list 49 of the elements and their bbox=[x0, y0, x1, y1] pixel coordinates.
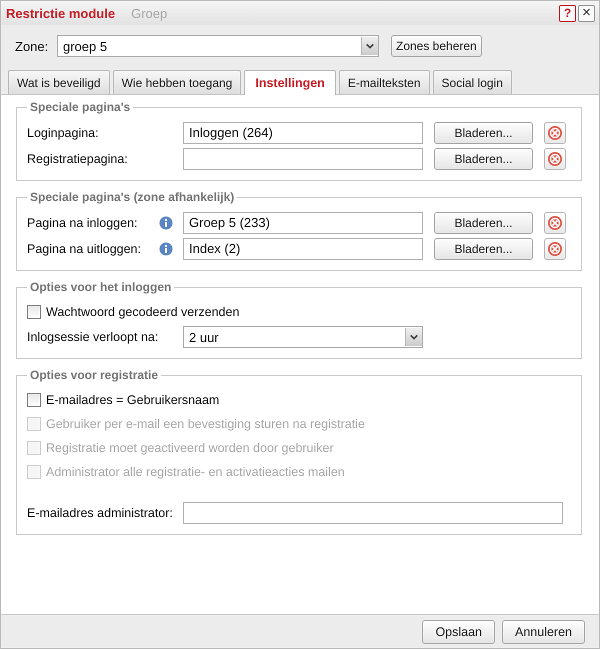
clear-button[interactable] bbox=[544, 148, 566, 170]
tab[interactable]: E-mailteksten bbox=[338, 70, 430, 94]
checkbox-label: Gebruiker per e-mail een bevestiging sturen na registratie bbox=[46, 417, 365, 431]
clear-button[interactable] bbox=[544, 238, 566, 260]
checkbox-label: Registratie moet geactiveerd worden door gebruiker bbox=[46, 441, 334, 455]
tab[interactable]: Wat is beveiligd bbox=[8, 70, 110, 94]
field-label: Registratiepagina: bbox=[27, 152, 129, 166]
input-field[interactable]: Inloggen (264) bbox=[183, 122, 423, 144]
background-window-text: Groep bbox=[131, 6, 168, 20]
section-title: Opties voor het inloggen bbox=[27, 280, 174, 294]
checkbox-label: Wachtwoord gecodeerd verzenden bbox=[46, 305, 240, 319]
dialog-button[interactable]: Opslaan bbox=[422, 620, 495, 644]
field-label: Loginpagina: bbox=[27, 126, 100, 140]
clear-button[interactable] bbox=[544, 122, 566, 144]
session-dropdown[interactable]: 2 uur bbox=[183, 326, 423, 348]
caret-icon bbox=[405, 328, 422, 346]
section-title: Speciale pagina's (zone afhankelijk) bbox=[27, 190, 238, 204]
clear-button[interactable] bbox=[544, 212, 566, 234]
browse-button[interactable]: Bladeren... bbox=[434, 212, 533, 234]
checkbox[interactable] bbox=[27, 393, 41, 407]
tab[interactable]: Social login bbox=[432, 70, 512, 94]
info-icon bbox=[159, 216, 173, 230]
section-title: Opties voor registratie bbox=[27, 368, 162, 382]
field-label: Inlogsessie verloopt na: bbox=[27, 330, 160, 344]
tab[interactable]: Instellingen bbox=[244, 70, 336, 95]
checkbox[interactable] bbox=[27, 305, 41, 319]
input-field[interactable] bbox=[183, 502, 563, 524]
input-field[interactable]: Groep 5 (233) bbox=[183, 212, 423, 234]
field-label: E-mailadres administrator: bbox=[27, 506, 174, 520]
browse-button[interactable]: Bladeren... bbox=[434, 122, 533, 144]
tab[interactable]: Wie hebben toegang bbox=[112, 70, 242, 94]
browse-button[interactable]: Bladeren... bbox=[434, 238, 533, 260]
input-field[interactable]: Index (2) bbox=[183, 238, 423, 260]
manage-zones-button[interactable]: Zones beheren bbox=[391, 35, 482, 57]
close-button[interactable]: × bbox=[578, 4, 595, 22]
input-field[interactable] bbox=[183, 148, 423, 170]
zone-dropdown[interactable]: groep 5 bbox=[57, 35, 379, 57]
info-icon bbox=[159, 242, 173, 256]
field-label: Pagina na uitloggen: bbox=[27, 242, 142, 256]
zone-label: Zone: bbox=[15, 38, 50, 54]
browse-button[interactable]: Bladeren... bbox=[434, 148, 533, 170]
help-button[interactable]: ? bbox=[559, 4, 576, 22]
checkbox-label: Administrator alle registratie- en activatieacties mailen bbox=[46, 465, 345, 479]
checkbox-label: E-mailadres = Gebruikersnaam bbox=[46, 393, 220, 407]
caret-icon bbox=[361, 37, 378, 55]
section-title: Speciale pagina's bbox=[27, 100, 134, 114]
dialog-button[interactable]: Annuleren bbox=[502, 620, 585, 644]
field-label: Pagina na inloggen: bbox=[27, 216, 139, 230]
window-title: Restrictie module bbox=[6, 6, 116, 20]
